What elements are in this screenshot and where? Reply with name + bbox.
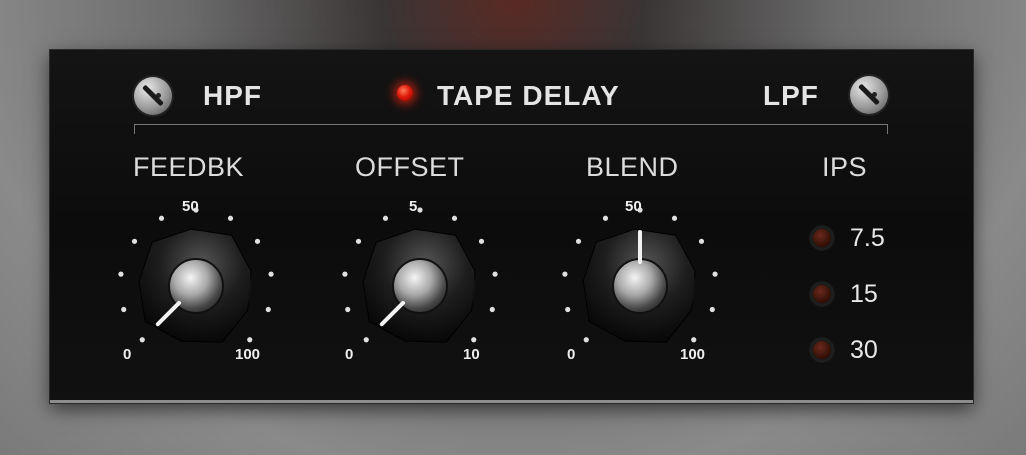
scale-dot	[492, 271, 498, 277]
ips-option-30[interactable]: 30	[850, 336, 878, 365]
power-led[interactable]	[397, 85, 413, 101]
scale-dot	[363, 337, 369, 343]
scale-dot	[709, 306, 715, 313]
ips-option-15[interactable]: 15	[850, 280, 878, 309]
scale-dot	[583, 337, 589, 343]
ips-label: IPS	[822, 152, 868, 182]
scale-dot	[382, 215, 389, 221]
blend-label: BLEND	[586, 152, 679, 182]
ips-option-7-5[interactable]: 7.5	[850, 224, 885, 253]
scale-dot	[265, 306, 271, 313]
panel-bottom-edge	[50, 400, 973, 403]
title-tape-delay: TAPE DELAY	[437, 80, 620, 111]
blend-knob[interactable]	[550, 196, 730, 376]
scale-dot	[562, 271, 568, 277]
scale-dot	[698, 238, 705, 244]
scale-dot	[417, 207, 423, 213]
scale-dot	[489, 306, 495, 313]
header-bracket-line	[134, 124, 888, 134]
feedbk-knob[interactable]	[106, 196, 286, 376]
ips-30-led[interactable]	[813, 341, 831, 359]
scale-dot	[637, 207, 643, 213]
lpf-label: LPF	[763, 80, 819, 111]
ips-15-led[interactable]	[813, 285, 831, 303]
scale-dot	[671, 215, 678, 221]
scale-dot	[565, 306, 571, 313]
scale-dot	[602, 215, 609, 221]
feedbk-label: FEEDBK	[133, 152, 245, 182]
scale-dot	[247, 337, 253, 343]
scale-dot	[478, 238, 485, 244]
offset-knob[interactable]	[330, 196, 510, 376]
scale-dot	[451, 215, 458, 221]
scale-dot	[193, 207, 199, 213]
offset-label: OFFSET	[355, 152, 465, 182]
scale-dot	[121, 306, 127, 313]
hpf-label: HPF	[203, 80, 262, 111]
scale-dot	[268, 271, 274, 277]
hpf-trim-knob-icon[interactable]	[134, 77, 172, 115]
scale-dot	[355, 238, 362, 244]
scale-dot	[254, 238, 261, 244]
knob-cap	[612, 258, 668, 314]
scale-dot	[712, 271, 718, 277]
scale-dot	[118, 271, 124, 277]
scale-dot	[471, 337, 477, 343]
scale-dot	[227, 215, 234, 221]
scale-dot	[139, 337, 145, 343]
scale-dot	[345, 306, 351, 313]
scale-dot	[342, 271, 348, 277]
scale-dot	[131, 238, 138, 244]
scale-dot	[158, 215, 165, 221]
scale-dot	[691, 337, 697, 343]
scale-dot	[575, 238, 582, 244]
lpf-trim-knob-icon[interactable]	[850, 76, 888, 114]
ips-7-5-led[interactable]	[813, 229, 831, 247]
